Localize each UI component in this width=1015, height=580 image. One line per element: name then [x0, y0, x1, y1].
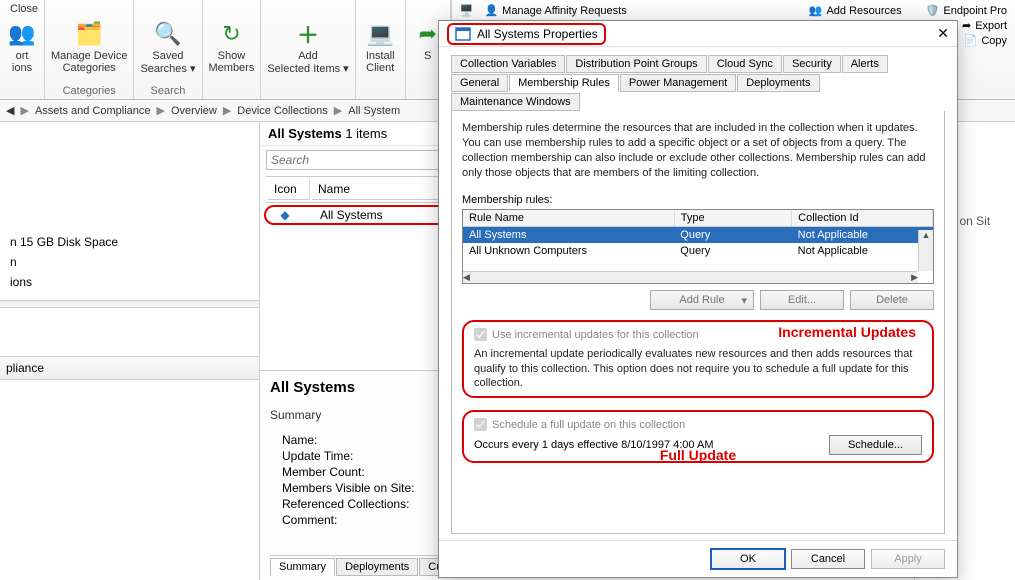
vertical-scrollbar[interactable]: ▲ — [918, 230, 933, 271]
add-resources-link[interactable]: Add Resources — [826, 5, 901, 17]
dialog-title: All Systems Properties — [477, 27, 598, 41]
membership-rules-grid: Rule Name Type Collection Id All Systems… — [462, 209, 934, 284]
group-label: Search — [151, 85, 186, 97]
label: Install Client — [366, 50, 395, 74]
full-update-checkbox-label: Schedule a full update on this collectio… — [492, 419, 685, 431]
cancel-button[interactable]: Cancel — [791, 549, 865, 569]
header-title: All Systems — [268, 126, 342, 141]
refresh-arrow-icon: ↻ — [215, 18, 247, 50]
tab-deployments[interactable]: Deployments — [336, 558, 418, 576]
left-nav-pane: n 15 GB Disk Space n ions pliance — [0, 122, 260, 580]
folder-search-icon: 🔍 — [152, 18, 184, 50]
section-header[interactable]: pliance — [0, 356, 259, 380]
tree-item[interactable]: n 15 GB Disk Space — [0, 232, 259, 252]
users-icon: 👥 — [6, 18, 38, 50]
label: Show Members — [209, 50, 255, 74]
tab-power-management[interactable]: Power Management — [620, 74, 736, 92]
copy-icon: 📄 — [964, 34, 978, 47]
label: Manage Device Categories — [51, 50, 127, 74]
edit-rule-button[interactable]: Edit... — [760, 290, 844, 310]
rule-row[interactable]: All Systems Query Not Applicable — [463, 227, 933, 244]
truncated-button[interactable]: 👥 ort ions — [6, 18, 38, 74]
label: Add Selected Items ▾ — [267, 50, 348, 75]
affinity-icon: 👤 — [484, 4, 498, 17]
tree-item[interactable]: ions — [0, 272, 259, 292]
tab-alerts[interactable]: Alerts — [842, 55, 888, 73]
back-icon[interactable]: ◀ — [6, 104, 14, 117]
tab-summary[interactable]: Summary — [270, 558, 335, 576]
manage-device-categories-button[interactable]: 🗂️ Manage Device Categories — [51, 18, 127, 74]
window-icon — [455, 26, 471, 42]
saved-searches-button[interactable]: 🔍 Saved Searches ▾ — [140, 18, 195, 75]
label: S — [424, 50, 431, 62]
cell: Not Applicable — [792, 227, 933, 244]
label: ions — [12, 62, 32, 74]
incremental-description: An incremental update periodically evalu… — [474, 347, 922, 390]
rules-label: Membership rules: — [462, 194, 934, 206]
close-label[interactable]: Close — [10, 3, 38, 15]
col-rule-name[interactable]: Rule Name — [463, 210, 674, 227]
tab-security[interactable]: Security — [783, 55, 841, 73]
tab-general[interactable]: General — [451, 74, 508, 92]
export-icon: ➦ — [962, 19, 971, 32]
collection-icon: ◆ — [268, 208, 302, 222]
description-text: Membership rules determine the resources… — [462, 121, 934, 180]
incremental-checkbox-label: Use incremental updates for this collect… — [492, 329, 699, 341]
computers-icon: 🖥️ — [460, 4, 474, 17]
show-members-button[interactable]: ↻ Show Members — [209, 18, 255, 74]
cell: Query — [674, 243, 791, 259]
tab-collection-variables[interactable]: Collection Variables — [451, 55, 565, 73]
tab-deployments[interactable]: Deployments — [737, 74, 819, 92]
add-icon: 👥 — [809, 4, 823, 17]
folder-gear-icon: 🗂️ — [73, 18, 105, 50]
group-label: Categories — [63, 85, 116, 97]
horizontal-scrollbar[interactable]: ◀▶ — [463, 271, 918, 283]
tab-maintenance-windows[interactable]: Maintenance Windows — [451, 93, 580, 111]
tab-membership-rules[interactable]: Membership Rules — [509, 74, 619, 92]
label: Saved Searches ▾ — [140, 50, 195, 75]
dialog-titlebar[interactable]: All Systems Properties ✕ — [439, 21, 957, 47]
plus-icon: ＋ — [292, 18, 324, 50]
header-count: 1 items — [345, 126, 387, 141]
full-update-section: Schedule a full update on this collectio… — [462, 410, 934, 463]
schedule-button[interactable]: Schedule... — [829, 435, 922, 455]
cell: All Unknown Computers — [463, 243, 674, 259]
breadcrumb-item[interactable]: Overview — [171, 105, 217, 117]
delete-rule-button[interactable]: Delete — [850, 290, 934, 310]
annotation-full-update: Full Update — [660, 447, 736, 463]
incremental-updates-checkbox[interactable] — [474, 328, 487, 341]
add-rule-button[interactable]: Add Rule — [650, 290, 754, 310]
breadcrumb-item[interactable]: Assets and Compliance — [35, 105, 151, 117]
annotation-incremental: Incremental Updates — [778, 324, 916, 340]
copy-link[interactable]: Copy — [981, 35, 1007, 47]
cell: All Systems — [463, 227, 674, 244]
tab-cloud-sync[interactable]: Cloud Sync — [708, 55, 782, 73]
apply-button[interactable]: Apply — [871, 549, 945, 569]
rule-row[interactable]: All Unknown Computers Query Not Applicab… — [463, 243, 933, 259]
breadcrumb-item[interactable]: Device Collections — [237, 105, 327, 117]
cell: Query — [674, 227, 791, 244]
tab-distribution-point-groups[interactable]: Distribution Point Groups — [566, 55, 706, 73]
row-name: All Systems — [302, 208, 383, 222]
breadcrumb-item[interactable]: All System — [348, 105, 400, 117]
computer-arrow-icon: 💻 — [364, 18, 396, 50]
full-update-checkbox[interactable] — [474, 418, 487, 431]
tab-content: Membership rules determine the resources… — [451, 111, 945, 534]
properties-dialog: All Systems Properties ✕ Collection Vari… — [438, 20, 958, 578]
manage-affinity-link[interactable]: Manage Affinity Requests — [502, 5, 627, 17]
ok-button[interactable]: OK — [711, 549, 785, 569]
install-client-button[interactable]: 💻 Install Client — [364, 18, 396, 74]
add-selected-items-button[interactable]: ＋ Add Selected Items ▾ — [267, 18, 348, 75]
cell: Not Applicable — [792, 243, 933, 259]
col-icon[interactable]: Icon — [268, 179, 310, 200]
close-button[interactable]: ✕ — [937, 25, 949, 42]
col-rule-type[interactable]: Type — [674, 210, 791, 227]
col-rule-collid[interactable]: Collection Id — [792, 210, 933, 227]
endpoint-link[interactable]: Endpoint Pro — [943, 5, 1007, 17]
tree-item[interactable]: n — [0, 252, 259, 272]
shield-icon: 🛡️ — [926, 4, 940, 17]
incremental-updates-section: Incremental Updates Use incremental upda… — [462, 320, 934, 398]
label: ort — [16, 50, 29, 62]
export-link[interactable]: Export — [975, 20, 1007, 32]
